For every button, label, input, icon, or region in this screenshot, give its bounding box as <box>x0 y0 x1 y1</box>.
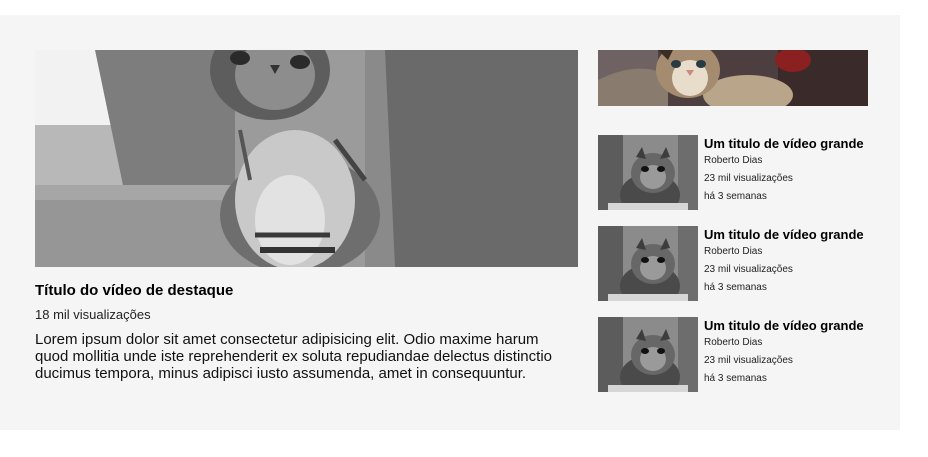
video-age: há 3 semanas <box>704 282 767 293</box>
video-info: Um titulo de vídeo grande Roberto Dias 2… <box>704 317 888 388</box>
cat-image <box>598 317 698 392</box>
sidebar-video-item[interactable]: Um titulo de vídeo grande Roberto Dias 2… <box>598 135 888 211</box>
video-views: 23 mil visualizações <box>704 355 793 366</box>
sidebar-top-thumbnail[interactable] <box>598 50 868 106</box>
featured-thumbnail[interactable] <box>35 50 578 267</box>
video-channel[interactable]: Roberto Dias <box>704 152 888 170</box>
video-title[interactable]: Um titulo de vídeo grande <box>704 227 888 243</box>
cat-image <box>35 50 578 267</box>
featured-description: Lorem ipsum dolor sit amet consectetur a… <box>35 331 552 382</box>
video-thumbnail[interactable] <box>598 317 698 392</box>
featured-views: 18 mil visualizações <box>35 307 151 322</box>
video-channel[interactable]: Roberto Dias <box>704 243 888 261</box>
video-title[interactable]: Um titulo de vídeo grande <box>704 136 888 152</box>
video-title[interactable]: Um titulo de vídeo grande <box>704 318 888 334</box>
video-views: 23 mil visualizações <box>704 173 793 184</box>
cat-image <box>598 135 698 210</box>
video-info: Um titulo de vídeo grande Roberto Dias 2… <box>704 226 888 297</box>
video-channel[interactable]: Roberto Dias <box>704 334 888 352</box>
sidebar-video-item[interactable]: Um titulo de vídeo grande Roberto Dias 2… <box>598 317 888 393</box>
video-age: há 3 semanas <box>704 191 767 202</box>
video-thumbnail[interactable] <box>598 226 698 301</box>
cat-image <box>598 226 698 301</box>
cat-image <box>598 50 868 106</box>
video-age: há 3 semanas <box>704 373 767 384</box>
video-views: 23 mil visualizações <box>704 264 793 275</box>
sidebar-video-item[interactable]: Um titulo de vídeo grande Roberto Dias 2… <box>598 226 888 302</box>
video-thumbnail[interactable] <box>598 135 698 210</box>
video-info: Um titulo de vídeo grande Roberto Dias 2… <box>704 135 888 206</box>
featured-title[interactable]: Título do vídeo de destaque <box>35 282 233 299</box>
